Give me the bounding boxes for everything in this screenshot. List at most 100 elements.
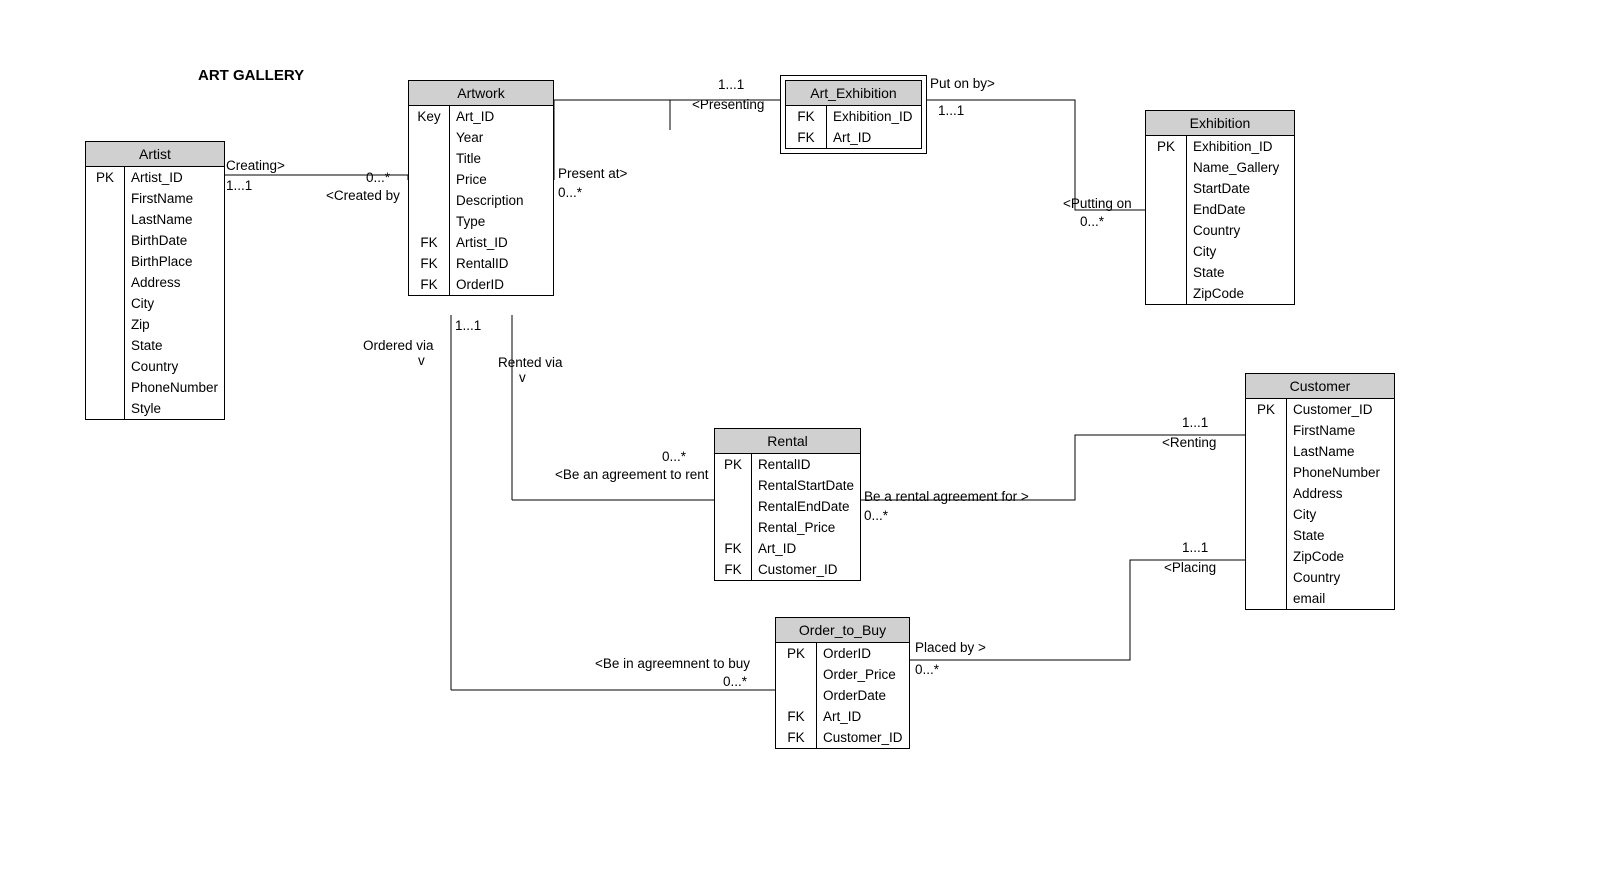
attr-cell: Zip	[124, 314, 224, 335]
attr-cell: Customer_ID	[751, 559, 860, 580]
attr-cell: RentalStartDate	[751, 475, 860, 496]
key-cell	[409, 190, 450, 211]
label-v2: v	[519, 370, 526, 385]
attr-cell: Rental_Price	[751, 517, 860, 538]
label-putting-on: <Putting on	[1063, 196, 1132, 211]
attr-cell: EndDate	[1187, 199, 1295, 220]
key-cell	[86, 356, 124, 377]
label-placed-by: Placed by >	[915, 640, 986, 655]
entity-exhibition-header: Exhibition	[1146, 111, 1294, 136]
attr-cell: OrderID	[450, 274, 554, 295]
attr-cell: Customer_ID	[1287, 399, 1395, 420]
attr-cell: PhoneNumber	[1287, 462, 1395, 483]
attr-cell: Art_ID	[817, 706, 910, 727]
attr-cell: Art_ID	[827, 127, 922, 148]
key-cell	[1146, 220, 1187, 241]
attr-cell: Exhibition_ID	[1187, 136, 1295, 157]
entity-art-exhibition: Art_Exhibition FKExhibition_ID FKArt_ID	[785, 80, 922, 149]
attr-cell: PhoneNumber	[124, 377, 224, 398]
key-cell	[1146, 157, 1187, 178]
key-cell	[409, 148, 450, 169]
attr-cell: Order_Price	[817, 664, 910, 685]
key-cell	[86, 251, 124, 272]
entity-exhibition: Exhibition PKExhibition_ID Name_Gallery …	[1145, 110, 1295, 305]
label-zero-star-a: 0...*	[366, 170, 390, 185]
attr-cell: Country	[1187, 220, 1295, 241]
key-cell: PK	[1146, 136, 1187, 157]
key-cell	[1246, 546, 1287, 567]
key-cell: FK	[786, 106, 827, 127]
key-cell	[86, 230, 124, 251]
key-cell	[1246, 588, 1287, 609]
attr-cell: Country	[1287, 567, 1395, 588]
label-one-one-b: 1...1	[718, 77, 744, 92]
key-cell	[86, 398, 124, 419]
key-cell: FK	[715, 538, 751, 559]
label-be-buy: <Be in agreemnent to buy	[595, 656, 750, 671]
attr-cell: Year	[450, 127, 554, 148]
label-presenting: <Presenting	[692, 97, 764, 112]
key-cell	[1146, 262, 1187, 283]
key-cell: FK	[409, 232, 450, 253]
key-cell: FK	[409, 253, 450, 274]
key-cell: FK	[409, 274, 450, 295]
key-cell: FK	[786, 127, 827, 148]
key-cell	[86, 377, 124, 398]
entity-artist: Artist PKArtist_ID FirstName LastName Bi…	[85, 141, 225, 420]
label-be-rental-for: Be a rental agreement for >	[864, 489, 1029, 504]
attr-cell: Style	[124, 398, 224, 419]
key-cell	[1246, 567, 1287, 588]
er-diagram-canvas: ART GALLERY Artist PKArtist_ID FirstName…	[0, 0, 1600, 886]
key-cell	[1246, 462, 1287, 483]
key-cell: Key	[409, 106, 450, 127]
key-cell	[1246, 504, 1287, 525]
attr-cell: FirstName	[1287, 420, 1395, 441]
label-one-one-e: 1...1	[1182, 415, 1208, 430]
label-v1: v	[418, 353, 425, 368]
attr-cell: State	[1187, 262, 1295, 283]
label-zero-star-b: 0...*	[558, 185, 582, 200]
key-cell: PK	[1246, 399, 1287, 420]
attr-cell: OrderID	[817, 643, 910, 664]
key-cell	[86, 335, 124, 356]
attr-cell: Price	[450, 169, 554, 190]
key-cell	[1146, 199, 1187, 220]
label-put-on-by: Put on by>	[930, 76, 995, 91]
label-renting: <Renting	[1162, 435, 1216, 450]
entity-artwork: Artwork KeyArt_ID Year Title Price Descr…	[408, 80, 554, 296]
attr-cell: Exhibition_ID	[827, 106, 922, 127]
attr-cell: ZipCode	[1187, 283, 1295, 304]
key-cell: PK	[86, 167, 124, 188]
entity-art-exhibition-header: Art_Exhibition	[786, 81, 921, 106]
attr-cell: Art_ID	[450, 106, 554, 127]
attr-cell: RentalID	[450, 253, 554, 274]
key-cell	[776, 664, 817, 685]
key-cell	[715, 517, 751, 538]
attr-cell: StartDate	[1187, 178, 1295, 199]
label-one-one-f: 1...1	[1182, 540, 1208, 555]
attr-cell: State	[1287, 525, 1395, 546]
attr-cell: ZipCode	[1287, 546, 1395, 567]
label-one-one-c: 1...1	[938, 103, 964, 118]
attr-cell: Title	[450, 148, 554, 169]
key-cell	[1246, 420, 1287, 441]
key-cell: FK	[776, 727, 817, 748]
entity-art-exhibition-frame: Art_Exhibition FKExhibition_ID FKArt_ID	[780, 75, 927, 154]
attr-cell: Artist_ID	[450, 232, 554, 253]
attr-cell: Country	[124, 356, 224, 377]
label-be-rent: <Be an agreement to rent	[555, 467, 708, 482]
label-creating: Creating>	[226, 158, 285, 173]
label-zero-star-f: 0...*	[915, 662, 939, 677]
entity-order-header: Order_to_Buy	[776, 618, 909, 643]
attr-cell: City	[1187, 241, 1295, 262]
entity-order: Order_to_Buy PKOrderID Order_Price Order…	[775, 617, 910, 749]
attr-cell: State	[124, 335, 224, 356]
key-cell	[1146, 283, 1187, 304]
key-cell	[1146, 241, 1187, 262]
key-cell	[715, 496, 751, 517]
attr-cell: Name_Gallery	[1187, 157, 1295, 178]
label-rented-via: Rented via	[498, 355, 563, 370]
attr-cell: City	[1287, 504, 1395, 525]
attr-cell: Address	[1287, 483, 1395, 504]
attr-cell: Type	[450, 211, 554, 232]
